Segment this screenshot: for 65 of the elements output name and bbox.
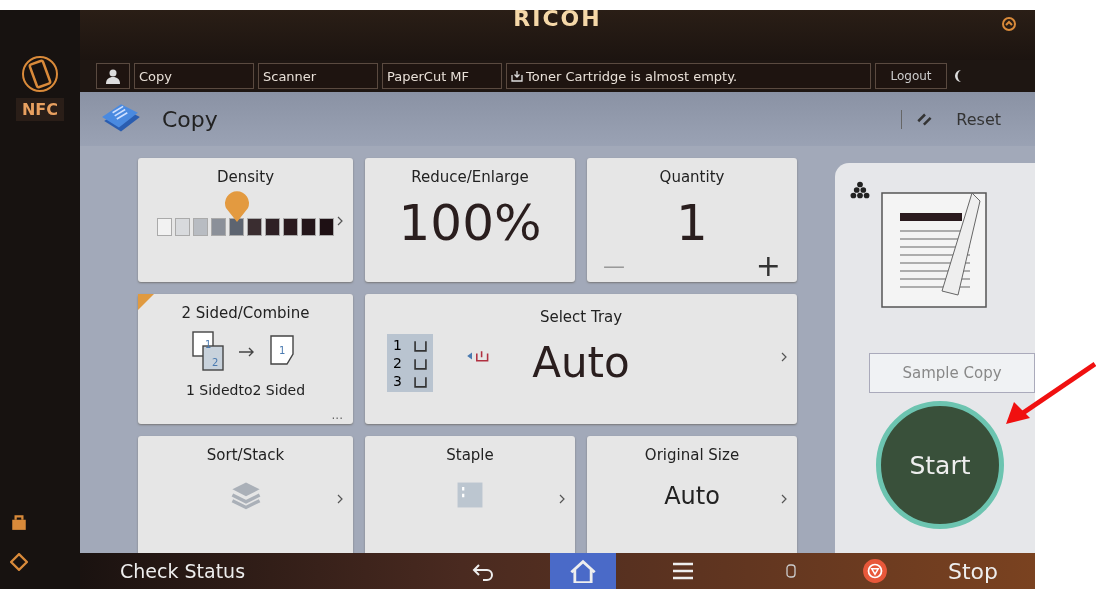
check-status-label[interactable]: Check Status (80, 560, 410, 582)
tile-label: Select Tray (539, 308, 623, 326)
stop-button[interactable]: Stop (856, 557, 1004, 585)
lock-icon[interactable] (10, 513, 28, 531)
app-tab[interactable]: PaperCut MF (382, 63, 502, 89)
logout-button[interactable]: Logout (875, 63, 947, 89)
function-tile[interactable]: Reduce/Enlarge 100% (365, 158, 575, 282)
tray-icon (413, 356, 427, 370)
screen-title: Copy (162, 106, 218, 132)
toner-icon (511, 70, 523, 82)
page-number: 1 (204, 339, 211, 350)
user-icon (105, 68, 121, 84)
toner-dots-icon (849, 181, 871, 199)
function-tile[interactable]: 2 Sided/Combine 1 2 1 1 Sidedto2 Sided ... (138, 294, 353, 424)
zoom-value: 100% (398, 198, 542, 248)
page-number: 1 (278, 345, 285, 356)
app-tab[interactable]: Scanner (258, 63, 378, 89)
corner-mark-icon (138, 294, 154, 310)
chevron-icon (337, 216, 343, 226)
more-indicator[interactable]: ... (331, 408, 343, 422)
function-tile[interactable]: Quantity 1 — + (587, 158, 797, 282)
tray-value: Auto (532, 342, 630, 384)
stop-label: Stop (948, 558, 998, 584)
tile-label: Reduce/Enlarge (411, 168, 529, 186)
tray-icon (413, 374, 427, 388)
tile-label: 2 Sided/Combine (181, 304, 310, 322)
home-icon (569, 559, 597, 583)
function-tile[interactable]: Sort/Stack (138, 436, 353, 553)
chevron-icon (559, 494, 565, 504)
tile-label: Quantity (659, 168, 725, 186)
diamond-icon[interactable] (10, 553, 28, 571)
tile-label: Staple (446, 446, 494, 464)
back-arrow-icon (471, 561, 495, 581)
brand-logo: RICOH (513, 6, 602, 33)
phone-icon[interactable] (20, 54, 60, 94)
tray-number: 1 (393, 337, 402, 353)
function-tile[interactable]: Staple (365, 436, 575, 553)
tile-label: Original Size (644, 446, 740, 464)
menu-icon (671, 561, 695, 581)
plus-button[interactable]: + (755, 248, 781, 283)
page-number: 2 (211, 357, 218, 368)
home-button[interactable] (550, 553, 616, 589)
tile-label: Sort/Stack (206, 446, 285, 464)
tray-icon (413, 338, 427, 352)
app-tab[interactable]: Copy (134, 63, 254, 89)
message-bar[interactable]: Toner Cartridge is almost empty. (506, 63, 871, 89)
size-value: Auto (664, 482, 720, 510)
stop-icon (862, 558, 888, 584)
chevron-icon (781, 494, 787, 504)
user-button[interactable] (96, 63, 130, 89)
start-button[interactable]: Start (876, 401, 1004, 529)
function-tile[interactable]: Select Tray 1 2 3 Auto (365, 294, 797, 424)
function-tile[interactable]: Density (138, 158, 353, 282)
reset-button[interactable]: Reset (901, 109, 1015, 129)
feed-arrow-icon (465, 350, 491, 362)
chevron-icon (781, 352, 787, 362)
quantity-value: 1 (676, 198, 708, 248)
message-text: Toner Cartridge is almost empty. (526, 68, 738, 84)
tile-label: Density (217, 168, 274, 186)
tray-number: 3 (393, 373, 402, 389)
chevron-icon (337, 494, 343, 504)
nfc-label: NFC (15, 98, 65, 121)
duplex-value: 1 Sidedto2 Sided (185, 382, 306, 398)
function-tile[interactable]: Original Size Auto (587, 436, 797, 553)
tray-number: 2 (393, 355, 402, 371)
